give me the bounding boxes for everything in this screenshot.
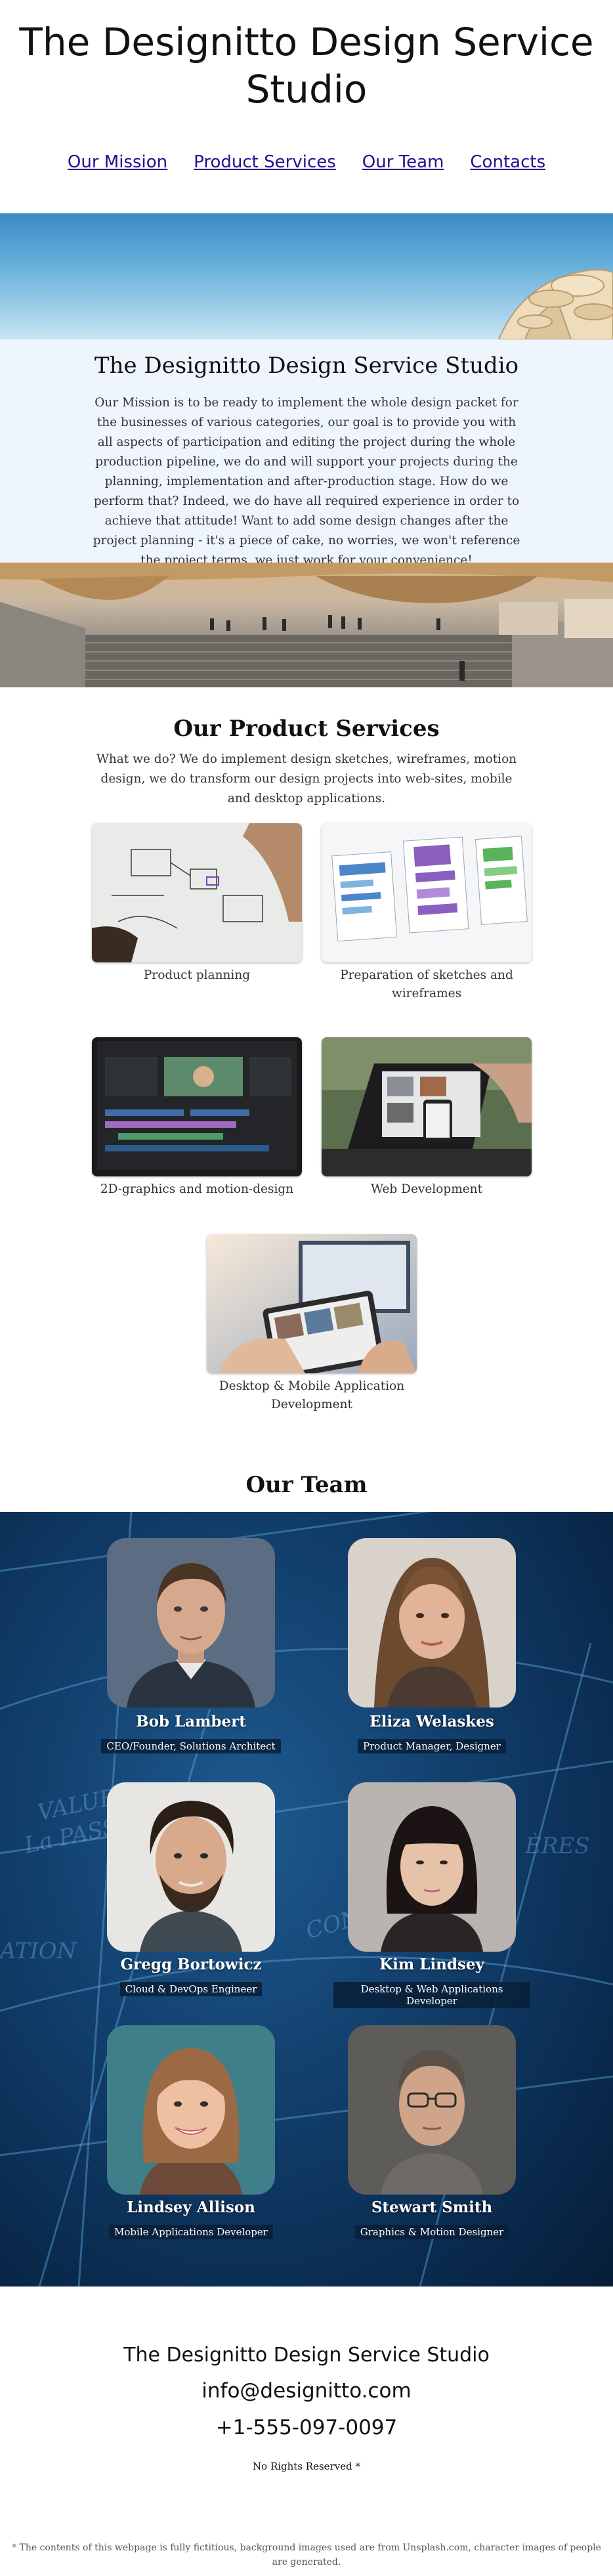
- nav-link-product-services[interactable]: Product Services: [194, 152, 336, 172]
- blueprint-background: VALUES La PASS ÈRES ATION CON: [0, 1512, 613, 2286]
- member-role: Desktop & Web Applications Developer: [333, 1982, 530, 2008]
- svg-text:ÈRES: ÈRES: [524, 1832, 590, 1859]
- mission-title: The Designitto Design Service Studio: [94, 353, 519, 379]
- footer-email[interactable]: info@designitto.com: [0, 2379, 613, 2403]
- nav-link-our-mission[interactable]: Our Mission: [68, 152, 167, 172]
- architecture-illustration-top: [497, 269, 613, 339]
- member-name: Eliza Welaskes: [370, 1713, 494, 1730]
- avatar-lindsey-allison: [107, 2025, 275, 2195]
- member-role: Graphics & Motion Designer: [333, 2225, 530, 2239]
- main-nav: Our Mission Product Services Our Team Co…: [0, 152, 613, 172]
- avatar-kim-lindsey: [348, 1782, 516, 1952]
- team-title: Our Team: [245, 1472, 368, 1498]
- service-caption: Web Development: [370, 1182, 483, 1196]
- plaza-illustration: [0, 563, 613, 687]
- avatar-stewart-smith: [348, 2025, 516, 2195]
- svg-text:ATION: ATION: [0, 1938, 77, 1964]
- service-image-motion-design: [92, 1037, 302, 1176]
- svg-text:La PASS: La PASS: [22, 1814, 120, 1859]
- service-image-desktop-mobile: [207, 1234, 417, 1373]
- service-image-web-development: [322, 1037, 532, 1176]
- member-name: Lindsey Allison: [127, 2199, 255, 2216]
- avatar-bob-lambert: [107, 1538, 275, 1707]
- site-title: The Designitto Design Service Studio: [19, 20, 594, 112]
- nav-link-contacts[interactable]: Contacts: [470, 152, 545, 172]
- service-caption: 2D-graphics and motion-design: [100, 1182, 294, 1196]
- service-caption: Desktop & Mobile Application Development: [219, 1379, 405, 1411]
- member-name: Bob Lambert: [136, 1713, 246, 1730]
- member-name: Gregg Bortowicz: [120, 1956, 262, 1973]
- footer-disclaimer: * The contents of this webpage is fully …: [12, 2543, 601, 2567]
- member-name: Kim Lindsey: [379, 1956, 484, 1973]
- member-role: Product Manager, Designer: [333, 1739, 530, 1753]
- nav-link-our-team[interactable]: Our Team: [362, 152, 444, 172]
- member-role: CEO/Founder, Solutions Architect: [93, 1739, 289, 1753]
- service-caption: Product planning: [143, 968, 251, 982]
- services-intro-text: What we do? We do implement design sketc…: [96, 752, 517, 805]
- avatar-eliza-welaskes: [348, 1538, 516, 1707]
- mission-text: Our Mission is to be ready to implement …: [93, 396, 520, 567]
- member-role: Mobile Applications Developer: [93, 2225, 289, 2239]
- service-caption: Preparation of sketches and wireframes: [340, 968, 513, 1000]
- team-section: VALUES La PASS ÈRES ATION CON Bob Lamber…: [0, 1512, 613, 2286]
- mission-section: The Designitto Design Service Studio Our…: [0, 339, 613, 567]
- service-image-sketches-wireframes: [322, 823, 532, 962]
- services-intro: What we do? We do implement design sketc…: [0, 750, 613, 809]
- member-name: Stewart Smith: [371, 2199, 493, 2216]
- hero-image-bottom: [0, 563, 613, 687]
- service-image-product-planning: [92, 823, 302, 962]
- footer-rights: No Rights Reserved *: [253, 2460, 360, 2472]
- avatar-gregg-bortowicz: [107, 1782, 275, 1952]
- footer-phone[interactable]: +1-555-097-0097: [0, 2416, 613, 2439]
- hero-image-top: [0, 213, 613, 339]
- services-title: Our Product Services: [173, 716, 440, 742]
- footer-company-name: The Designitto Design Service Studio: [123, 2344, 490, 2367]
- member-role: Cloud & DevOps Engineer: [93, 1982, 289, 1996]
